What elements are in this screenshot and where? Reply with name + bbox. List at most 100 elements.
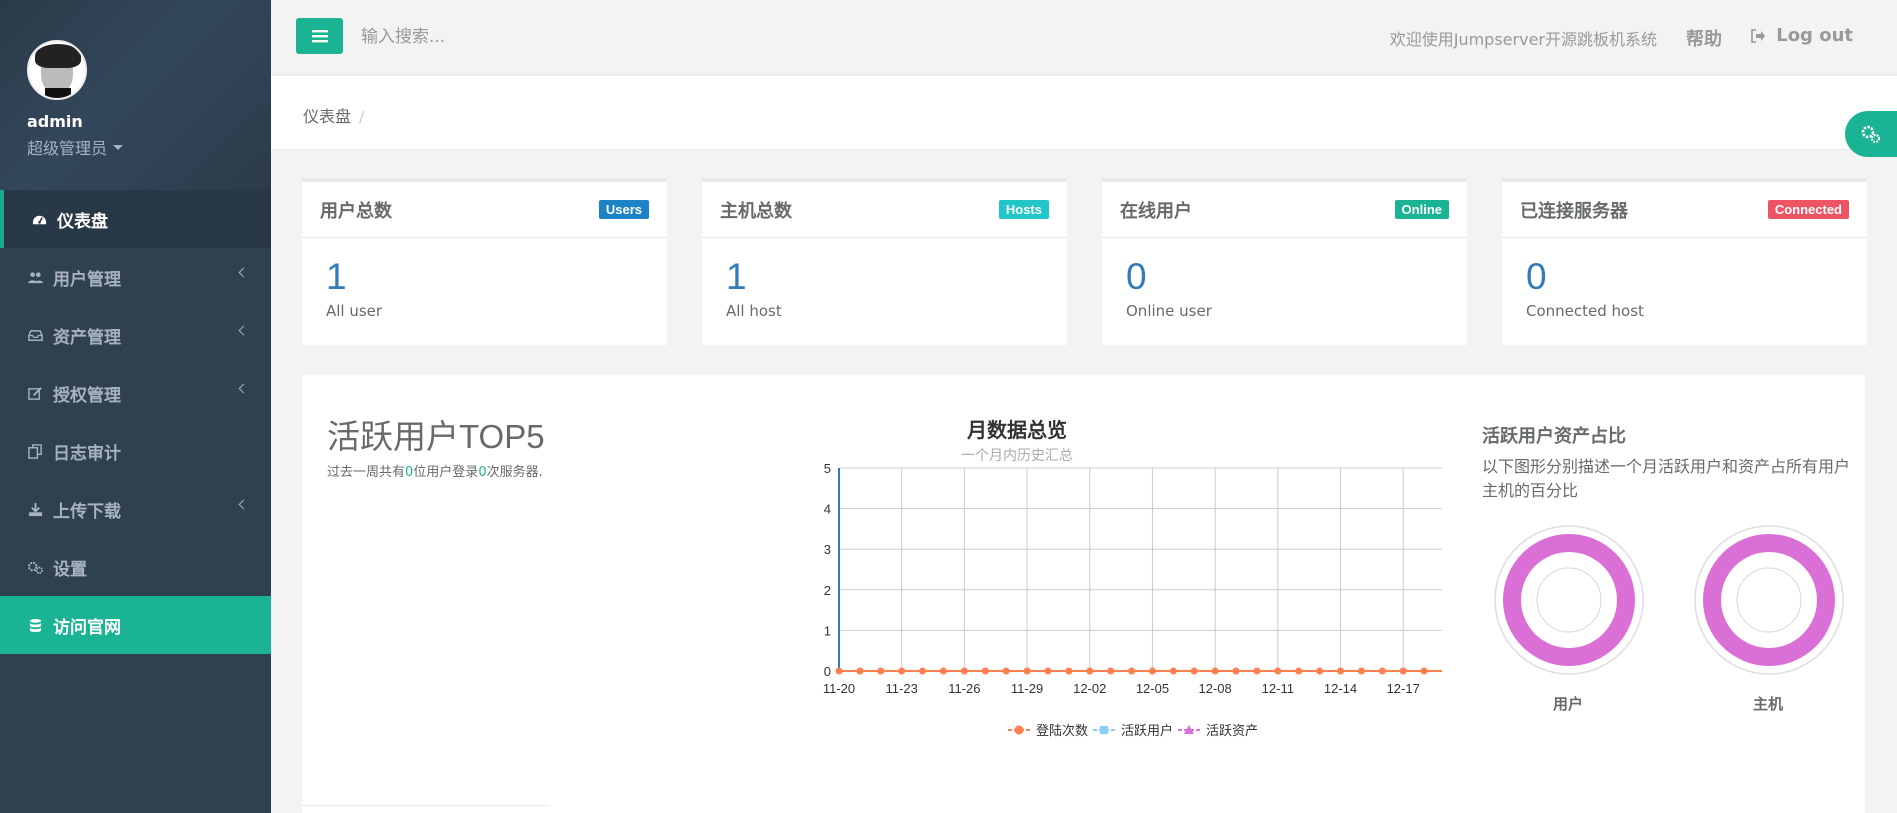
data-point xyxy=(1253,667,1261,675)
help-link[interactable]: 帮助 xyxy=(1686,25,1722,51)
data-point xyxy=(1002,667,1010,675)
search-input[interactable] xyxy=(361,20,961,54)
overview-panel: 活跃用户TOP5 过去一周共有0位用户登录0次服务器. 月数据总览 一个月内历史… xyxy=(302,375,1865,813)
x-tick-label: 12-17 xyxy=(1387,681,1420,696)
data-point xyxy=(1378,667,1386,675)
sidebar-item-label: 仪表盘 xyxy=(57,211,108,232)
stat-value: 0 xyxy=(1126,256,1147,297)
sign-out-icon xyxy=(1751,28,1766,43)
stat-badge: Hosts xyxy=(998,200,1049,219)
data-point xyxy=(1337,667,1345,675)
x-tick-label: 11-29 xyxy=(1011,681,1043,696)
sidebar: admin 超级管理员 仪表盘 用户管理 资产管理 授权管理 日志审计 上传下载… xyxy=(0,0,271,813)
user-role-dropdown[interactable]: 超级管理员 xyxy=(27,135,271,159)
stat-title: 用户总数 xyxy=(320,200,392,222)
stat-card-users: 用户总数 Users 1 All user xyxy=(302,178,667,345)
chart-grid: 0 1 2 3 4 5 11-20 11-23 11-26 11-29 12-02 12-05 12-0… xyxy=(823,461,1442,696)
database-icon xyxy=(27,617,43,633)
desc-text: 过去一周共有 xyxy=(327,465,406,480)
data-point xyxy=(1232,667,1240,675)
menu-toggle-button[interactable] xyxy=(296,18,343,54)
chevron-left-icon xyxy=(238,499,249,510)
data-point xyxy=(1211,667,1219,675)
sidebar-item-label: 设置 xyxy=(53,559,87,580)
stat-card-connected: 已连接服务器 Connected 0 Connected host xyxy=(1502,178,1867,345)
chevron-left-icon xyxy=(238,383,249,394)
y-tick-label: 5 xyxy=(824,461,831,476)
data-point xyxy=(939,667,947,675)
stat-badge: Users xyxy=(598,200,649,219)
legend-marker-square xyxy=(1100,726,1108,734)
x-tick-label: 11-23 xyxy=(886,681,918,696)
legend-marker-circle xyxy=(1014,725,1024,735)
x-tick-label: 11-20 xyxy=(823,681,855,696)
avatar[interactable] xyxy=(27,40,87,100)
data-point xyxy=(1065,667,1073,675)
data-point xyxy=(1420,667,1428,675)
chevron-left-icon xyxy=(238,267,249,278)
divider xyxy=(302,805,550,806)
stat-subtitle: Connected host xyxy=(1526,302,1644,320)
top5-description: 过去一周共有0位用户登录0次服务器. xyxy=(327,462,547,484)
stat-value: 0 xyxy=(1526,256,1547,297)
sidebar-item-audit[interactable]: 日志审计 xyxy=(0,422,271,480)
x-tick-label: 12-08 xyxy=(1199,681,1232,696)
theme-config-button[interactable] xyxy=(1845,111,1897,157)
y-tick-label: 1 xyxy=(824,623,831,638)
chart-title: 月数据总览 xyxy=(966,418,1067,442)
logout-label: Log out xyxy=(1776,25,1853,46)
data-point xyxy=(1148,667,1156,675)
x-tick-label: 12-11 xyxy=(1262,681,1294,696)
sidebar-item-dashboard[interactable]: 仪表盘 xyxy=(0,190,271,248)
top-navbar: 欢迎使用Jumpserver开源跳板机系统 帮助 Log out xyxy=(271,0,1897,75)
profile-panel: admin 超级管理员 xyxy=(0,0,271,190)
data-point xyxy=(1357,667,1365,675)
stat-badge: Online xyxy=(1394,200,1449,219)
page-heading: 仪表盘 / xyxy=(271,76,1897,150)
legend-label: 登陆次数 xyxy=(1036,723,1088,739)
sidebar-item-official-site[interactable]: 访问官网 xyxy=(0,596,271,654)
caret-down-icon xyxy=(113,144,124,150)
stat-value: 1 xyxy=(726,256,747,297)
download-icon xyxy=(27,501,43,517)
sidebar-item-permissions[interactable]: 授权管理 xyxy=(0,364,271,422)
y-tick-label: 4 xyxy=(824,502,831,517)
x-tick-label: 12-02 xyxy=(1073,681,1106,696)
sidebar-item-upload-download[interactable]: 上传下载 xyxy=(0,480,271,538)
sidebar-nav: 仪表盘 用户管理 资产管理 授权管理 日志审计 上传下载 设置 访问官网 xyxy=(0,190,271,654)
y-tick-label: 0 xyxy=(824,664,831,679)
legend-label: 活跃资产 xyxy=(1206,724,1258,739)
chart-subtitle: 一个月内历史汇总 xyxy=(961,448,1073,464)
stat-card-online: 在线用户 Online 0 Online user xyxy=(1102,178,1467,345)
breadcrumb: 仪表盘 / xyxy=(303,103,364,127)
monthly-line-chart: 月数据总览 一个月内历史汇总 0 1 2 3 4 5 11-20 11-23 11-26 11-2… xyxy=(823,418,1442,739)
login-count: 0 xyxy=(478,465,487,480)
stat-title: 已连接服务器 xyxy=(1520,200,1628,222)
share-title: 活跃用户资产占比 xyxy=(1482,426,1626,447)
data-point xyxy=(981,667,989,675)
copy-icon xyxy=(27,443,43,459)
logout-link[interactable]: Log out xyxy=(1750,25,1853,46)
sidebar-item-label: 日志审计 xyxy=(53,443,121,464)
chevron-left-icon xyxy=(238,325,249,336)
sidebar-item-settings[interactable]: 设置 xyxy=(0,538,271,596)
breadcrumb-current[interactable]: 仪表盘 xyxy=(303,107,351,126)
sidebar-item-users[interactable]: 用户管理 xyxy=(0,248,271,306)
data-point xyxy=(1086,667,1094,675)
donut-hosts xyxy=(1694,525,1844,675)
stat-value: 1 xyxy=(326,256,347,297)
sidebar-item-assets[interactable]: 资产管理 xyxy=(0,306,271,364)
x-tick-label: 11-26 xyxy=(948,681,980,696)
sidebar-item-label: 授权管理 xyxy=(53,385,121,406)
top5-title: 活跃用户TOP5 xyxy=(327,418,545,455)
stat-subtitle: Online user xyxy=(1126,302,1212,320)
welcome-text: 欢迎使用Jumpserver开源跳板机系统 xyxy=(1389,30,1657,49)
desc-text: 位用户登录 xyxy=(413,465,479,480)
share-description: 以下图形分别描述一个月活跃用户和资产占所有用户主机的百分比 xyxy=(1482,457,1851,500)
edit-icon xyxy=(27,385,43,401)
data-point xyxy=(1128,667,1136,675)
x-tick-label: 12-05 xyxy=(1136,681,1169,696)
user-role-label: 超级管理员 xyxy=(27,139,108,158)
data-point xyxy=(1274,667,1282,675)
user-name: admin xyxy=(27,112,83,131)
